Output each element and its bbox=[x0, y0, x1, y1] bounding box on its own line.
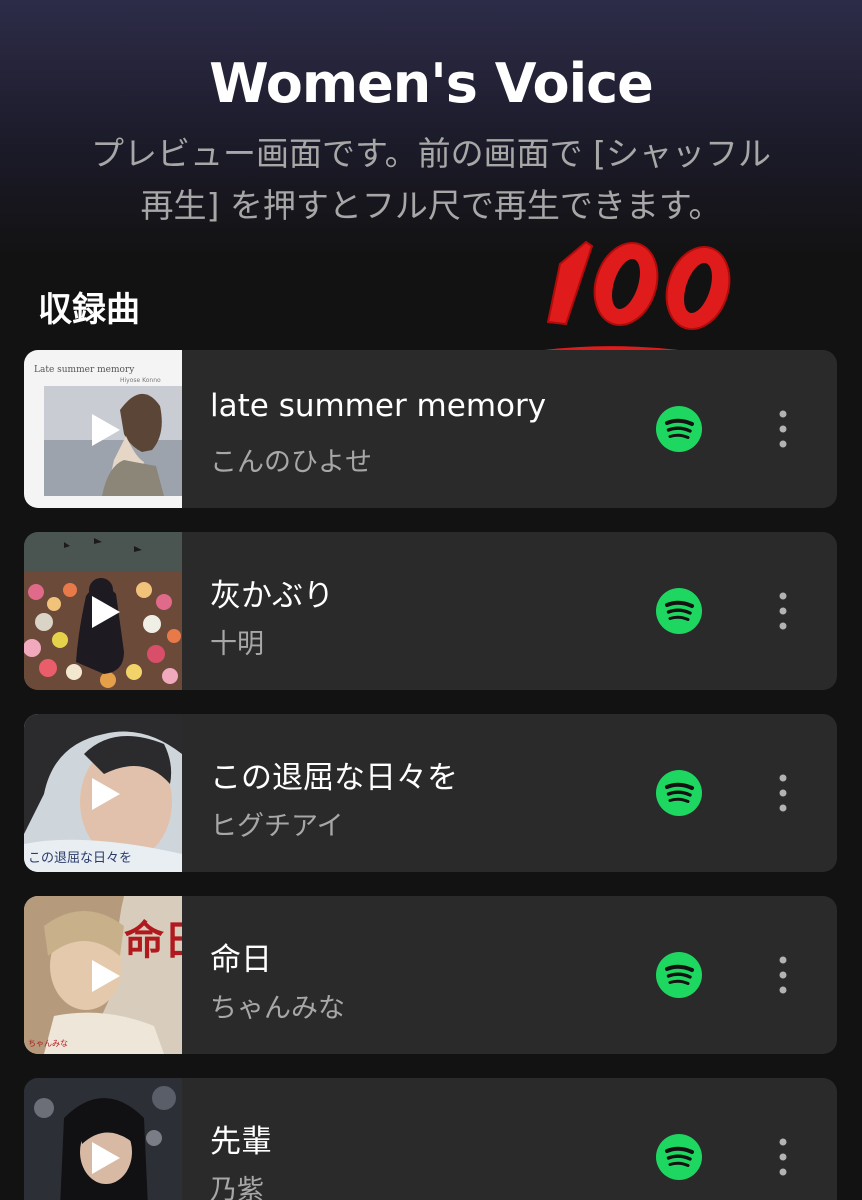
spotify-icon[interactable] bbox=[656, 770, 702, 816]
track-list-heading: 収録曲 bbox=[38, 290, 140, 330]
spotify-icon[interactable] bbox=[656, 1134, 702, 1180]
more-options-icon[interactable] bbox=[776, 590, 790, 632]
spotify-icon[interactable] bbox=[656, 952, 702, 998]
track-title: 命日 bbox=[210, 942, 272, 978]
play-icon[interactable] bbox=[90, 776, 122, 812]
track-artist: 十明 bbox=[210, 629, 264, 660]
album-cover[interactable] bbox=[24, 1078, 182, 1200]
play-icon[interactable] bbox=[90, 1140, 122, 1176]
more-options-icon[interactable] bbox=[776, 408, 790, 450]
more-options-icon[interactable] bbox=[776, 954, 790, 996]
track-row-late-summer-memory[interactable]: Late summer memory Hiyose Konno late sum… bbox=[24, 350, 837, 508]
play-icon[interactable] bbox=[90, 594, 122, 630]
track-row-kono-taikutsu[interactable]: この退屈な日々を この退屈な日々を ヒグチアイ bbox=[24, 714, 837, 872]
track-title: 先輩 bbox=[210, 1124, 272, 1160]
track-artist: ヒグチアイ bbox=[210, 811, 344, 842]
track-title: late summer memory bbox=[210, 388, 547, 424]
play-icon[interactable] bbox=[90, 412, 122, 448]
track-row-senpai[interactable]: 先輩 乃紫 bbox=[24, 1078, 837, 1200]
play-icon[interactable] bbox=[90, 958, 122, 994]
more-options-icon[interactable] bbox=[776, 1136, 790, 1178]
album-cover[interactable] bbox=[24, 532, 182, 690]
track-artist: こんのひよせ bbox=[210, 447, 372, 478]
more-options-icon[interactable] bbox=[776, 772, 790, 814]
spotify-icon[interactable] bbox=[656, 406, 702, 452]
album-cover[interactable]: この退屈な日々を bbox=[24, 714, 182, 872]
page-title: Women's Voice bbox=[209, 52, 654, 115]
cover-text-artist: Hiyose Konno bbox=[120, 377, 161, 384]
track-row-meinichi[interactable]: 命日 ちゃんみな 命日 ちゃんみな bbox=[24, 896, 837, 1054]
cover-text: 命日 bbox=[124, 917, 182, 964]
track-artist: 乃紫 bbox=[210, 1175, 264, 1200]
cover-text-artist: ちゃんみな bbox=[28, 1039, 68, 1048]
spotify-icon[interactable] bbox=[656, 588, 702, 634]
playlist-preview-screen: Women's Voice プレビュー画面です。前の画面で [シャッフル再生] … bbox=[0, 0, 862, 1200]
preview-description: プレビュー画面です。前の画面で [シャッフル再生] を押すとフル尺で再生できます… bbox=[90, 134, 772, 225]
cover-text: この退屈な日々を bbox=[28, 851, 132, 866]
track-artist: ちゃんみな bbox=[210, 993, 345, 1024]
album-cover[interactable]: Late summer memory Hiyose Konno bbox=[24, 350, 182, 508]
track-row-haikaburi[interactable]: 灰かぶり 十明 bbox=[24, 532, 837, 690]
album-cover[interactable]: 命日 ちゃんみな bbox=[24, 896, 182, 1054]
track-title: 灰かぶり bbox=[210, 578, 334, 614]
cover-text: Late summer memory bbox=[34, 365, 135, 375]
track-title: この退屈な日々を bbox=[210, 760, 458, 796]
